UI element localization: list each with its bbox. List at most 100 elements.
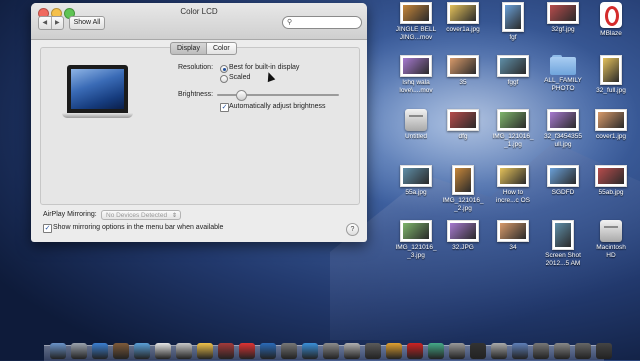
photo-thumbnail-icon (447, 220, 479, 242)
photo-thumbnail-icon (547, 109, 579, 131)
desktop-icon[interactable]: 32_f3454355 ull.jpg (537, 109, 589, 148)
show-all-button[interactable]: Show All (69, 16, 105, 30)
resolution-label: Resolution: (178, 64, 214, 71)
photo-thumbnail-icon (547, 165, 579, 187)
desktop-icon-label: MBlaze (600, 30, 622, 37)
dock-app-icon[interactable] (323, 343, 339, 359)
dock-app-icon[interactable] (260, 343, 276, 359)
dock-app-icon[interactable] (554, 343, 570, 359)
photo-thumbnail-icon (497, 55, 529, 77)
desktop-icon-label: cover1.jpg (596, 133, 626, 140)
tab-display[interactable]: Display (170, 42, 207, 55)
desktop-icon[interactable]: cover1.jpg (585, 109, 637, 141)
desktop-icon-label: 55a.jpg (405, 189, 427, 196)
opera-app-icon (600, 2, 622, 28)
dock-app-icon[interactable] (365, 343, 381, 359)
desktop-icon[interactable]: 55a.jpg (390, 165, 442, 197)
photo-thumbnail-icon (600, 55, 622, 85)
dock-app-icon[interactable] (218, 343, 234, 359)
desktop-icon-label: cover1a.jpg (446, 26, 480, 33)
auto-brightness-label: Automatically adjust brightness (229, 103, 326, 110)
dock-app-icon[interactable] (386, 343, 402, 359)
dock-app-icon[interactable] (155, 343, 171, 359)
desktop-icon[interactable]: dfg (437, 109, 489, 141)
window-titlebar: Color LCD ◀ ▶ Show All ⚲ (31, 3, 367, 40)
desktop-icon[interactable]: 34 (487, 220, 539, 252)
dock-app-icon[interactable] (407, 343, 423, 359)
desktop-icon[interactable]: 55ab.jpg (585, 165, 637, 197)
dock-app-icon[interactable] (491, 343, 507, 359)
desktop-icon[interactable]: Ishq wala love\....mov (390, 55, 442, 94)
desktop-icon[interactable]: IMG_121016_ _1.jpg (487, 109, 539, 148)
movie-thumbnail-icon (497, 165, 529, 187)
dock-app-icon[interactable] (344, 343, 360, 359)
dock-app-icon[interactable] (302, 343, 318, 359)
desktop-icon[interactable]: ALL_FAMILY PHOTO (537, 55, 589, 92)
airplay-mirroring-label: AirPlay Mirroring: (43, 211, 97, 218)
desktop-icon[interactable]: IMG_121016_ _3.jpg (390, 220, 442, 259)
dock-app-icon[interactable] (176, 343, 192, 359)
help-button[interactable]: ? (346, 223, 359, 236)
desktop-icon-label: Screen Shot 2012...5 AM (545, 252, 581, 267)
movie-thumbnail-icon (400, 55, 432, 77)
desktop-icon-label: 35 (459, 79, 467, 86)
desktop-icon[interactable]: JINGLE BELL JING...mov (390, 2, 442, 41)
desktop-icon[interactable]: MBlaze (585, 2, 637, 38)
desktop-icon-label: dfg (458, 133, 468, 140)
photo-thumbnail-icon (447, 2, 479, 24)
desktop-icon-label: Ishq wala love\....mov (399, 79, 433, 94)
dock-app-icon[interactable] (428, 343, 444, 359)
forward-button[interactable]: ▶ (50, 17, 64, 29)
desktop-icon[interactable]: 32gf.jpg (537, 2, 589, 34)
desktop-icon[interactable]: IMG_121016_ _2.jpg (437, 165, 489, 212)
hard-drive-icon (600, 220, 622, 242)
desktop-icon-label: 32.JPG (452, 244, 474, 251)
photo-thumbnail-icon (497, 220, 529, 242)
photo-thumbnail-icon (497, 109, 529, 131)
desktop-icon[interactable]: fggf (487, 55, 539, 87)
dock-app-icon[interactable] (239, 343, 255, 359)
desktop-icon[interactable]: Untitled (390, 109, 442, 141)
show-mirroring-label: Show mirroring options in the menu bar w… (53, 224, 224, 231)
tab-color[interactable]: Color (206, 42, 237, 55)
dock-app-icon[interactable] (134, 343, 150, 359)
dock-app-icon[interactable] (50, 343, 66, 359)
desktop-icon[interactable]: 32_full.jpg (585, 55, 637, 95)
desktop-icon[interactable]: Macintosh HD (585, 220, 637, 259)
dock-app-icon[interactable] (281, 343, 297, 359)
dock-app-icon[interactable] (197, 343, 213, 359)
search-field[interactable]: ⚲ (282, 16, 362, 29)
search-icon: ⚲ (287, 19, 293, 26)
desktop-icon[interactable]: fgf (487, 2, 539, 42)
dock-app-icon[interactable] (596, 343, 612, 359)
dock-app-icon[interactable] (71, 343, 87, 359)
photo-thumbnail-icon (595, 109, 627, 131)
desktop-icon[interactable]: 35 (437, 55, 489, 87)
show-mirroring-checkbox[interactable]: ✓ (43, 224, 52, 233)
hard-drive-icon (405, 109, 427, 131)
dock-app-icon[interactable] (533, 343, 549, 359)
desktop-icon[interactable]: SGDFD (537, 165, 589, 197)
dock-app-icon[interactable] (113, 343, 129, 359)
dock-app-icon[interactable] (92, 343, 108, 359)
photo-thumbnail-icon (552, 220, 574, 250)
back-button[interactable]: ◀ (39, 17, 51, 29)
resolution-scaled-label: Scaled (229, 74, 251, 81)
dock-app-icon[interactable] (512, 343, 528, 359)
dock-app-icon[interactable] (575, 343, 591, 359)
resolution-best-radio[interactable] (220, 65, 228, 73)
desktop-icon[interactable]: 32.JPG (437, 220, 489, 252)
brightness-slider[interactable] (217, 94, 339, 96)
airplay-mirroring-popup[interactable]: No Devices Detected ⇕ (101, 210, 181, 220)
auto-brightness-checkbox[interactable]: ✓ (220, 103, 229, 112)
airplay-mirroring-value: No Devices Detected (106, 212, 168, 219)
photo-thumbnail-icon (547, 2, 579, 24)
resolution-scaled-radio[interactable] (220, 75, 228, 83)
folder-icon (550, 55, 576, 75)
dock-app-icon[interactable] (470, 343, 486, 359)
photo-thumbnail-icon (595, 165, 627, 187)
desktop-icon[interactable]: cover1a.jpg (437, 2, 489, 34)
desktop-icon[interactable]: Screen Shot 2012...5 AM (537, 220, 589, 267)
dock-app-icon[interactable] (449, 343, 465, 359)
desktop-icon[interactable]: How to incre...c OS (487, 165, 539, 204)
